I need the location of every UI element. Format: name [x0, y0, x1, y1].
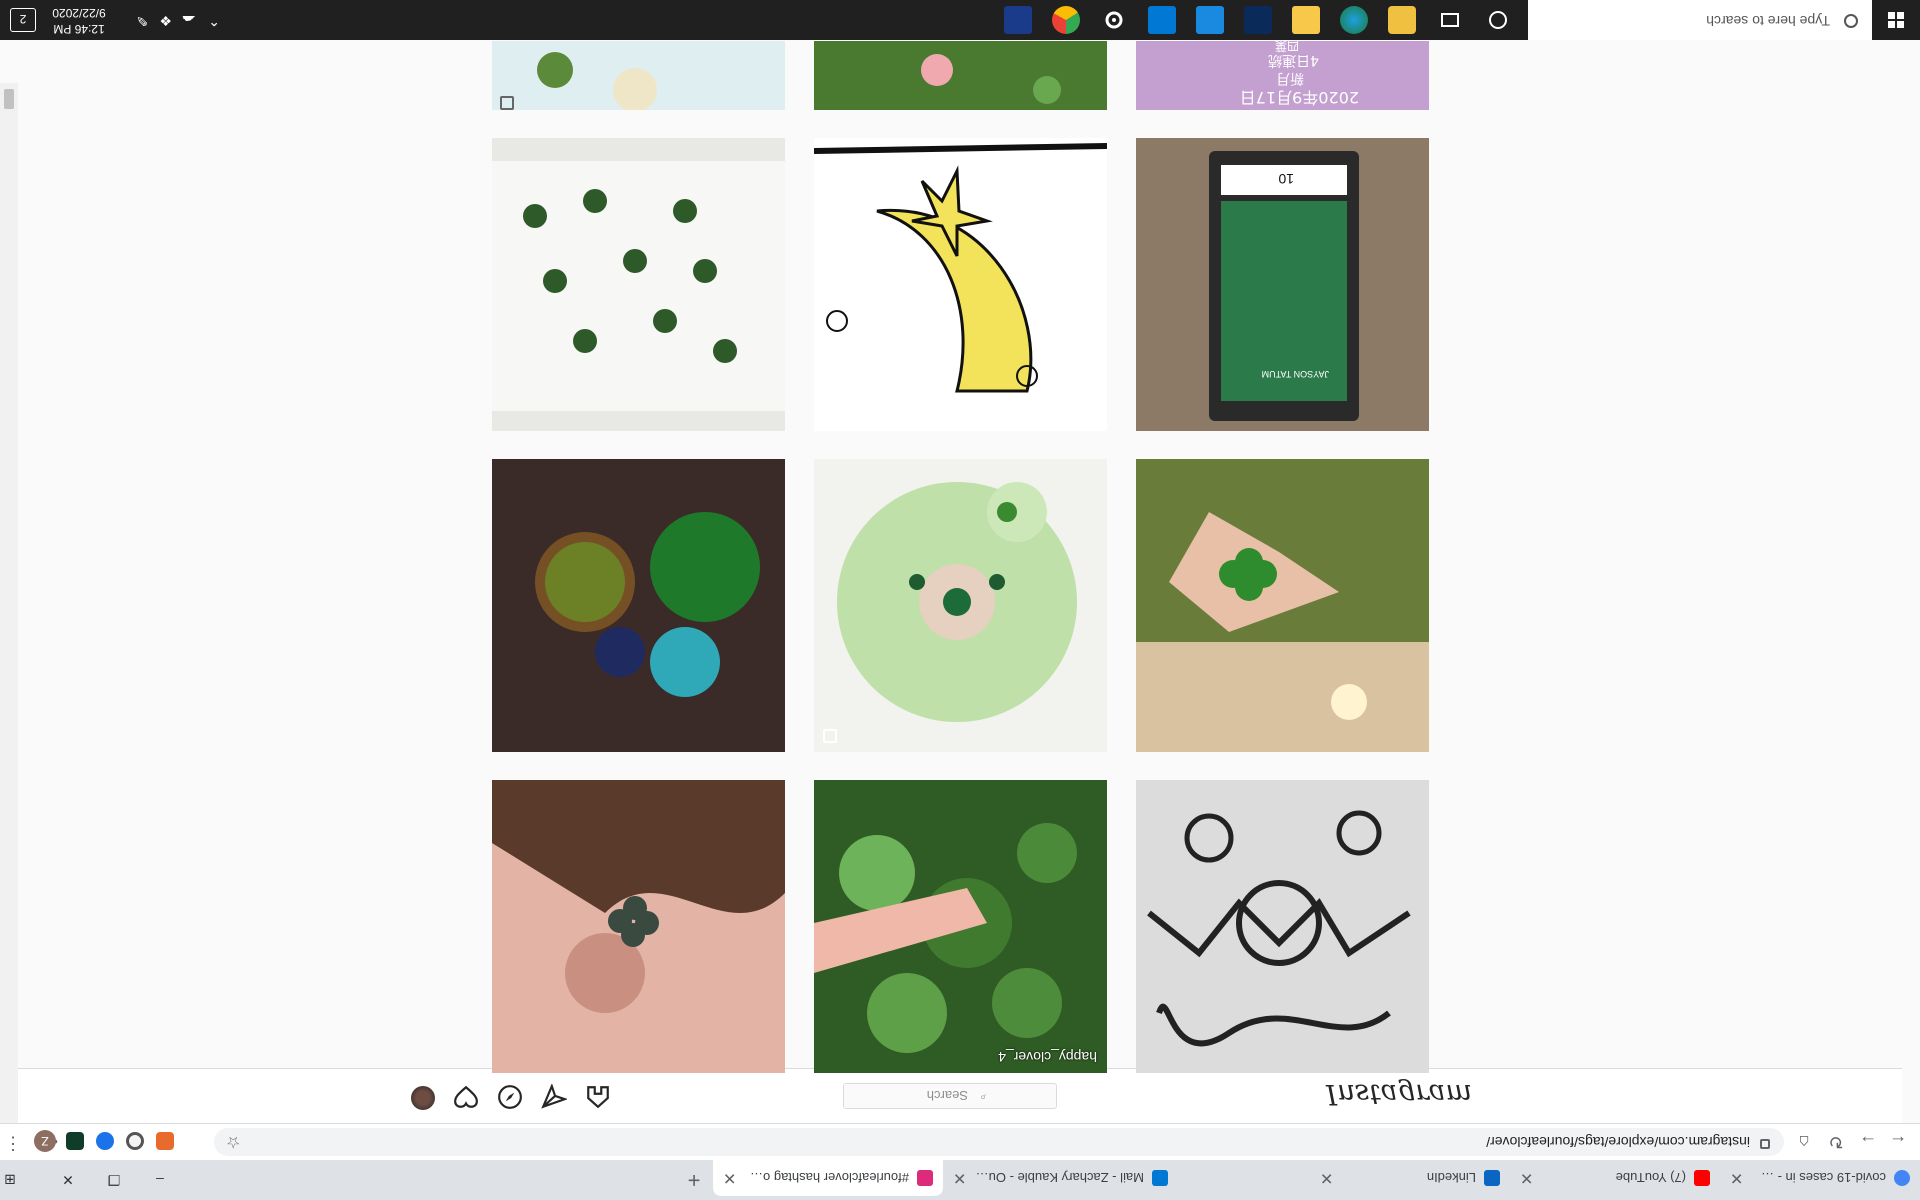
card-line2-text: 新月 — [1276, 70, 1304, 86]
card-line3-text: 4日連続 — [1268, 52, 1319, 69]
outlook-icon[interactable] — [1148, 6, 1176, 34]
post-tile[interactable]: 10 JAYSON TATUM — [1136, 138, 1429, 431]
notification-count: 2 — [19, 12, 27, 26]
scrollbar-thumb[interactable] — [4, 89, 14, 109]
player-name-text: JAYSON TATUM — [1262, 369, 1329, 379]
post-tile[interactable]: happy_clover_4 — [814, 780, 1107, 1073]
post-tile[interactable] — [492, 459, 785, 752]
post-tile[interactable] — [492, 138, 785, 431]
clover-tattoo-image — [492, 780, 785, 1073]
finger-clover-image — [814, 780, 1107, 1073]
taskbar-search-box[interactable]: Type here to search — [1528, 0, 1872, 40]
page-scrollbar[interactable] — [0, 83, 18, 1123]
beaded-clover-earrings-image — [492, 459, 785, 752]
card-date-text: 2020年9月17日 — [1240, 88, 1359, 107]
windows-start-icon[interactable] — [1872, 0, 1920, 40]
post-tile[interactable] — [814, 459, 1107, 752]
card-grade-text: 10 — [1278, 171, 1294, 187]
hashtag-photo-grid: happy_clover_4 10 JAYSON TATUM 2020年9月17… — [0, 0, 1920, 1200]
photos-icon[interactable] — [1196, 6, 1224, 34]
green-plush-bear-image — [814, 459, 1107, 752]
chrome-icon[interactable] — [1052, 6, 1080, 34]
post-tile[interactable] — [814, 41, 1107, 110]
basketball-card-image: 10 JAYSON TATUM — [1136, 138, 1429, 431]
chevron-up-icon[interactable]: ⌃ — [208, 12, 220, 29]
post-tile[interactable] — [492, 41, 785, 110]
post-tile[interactable] — [492, 780, 785, 1073]
file-explorer-icon[interactable] — [1292, 6, 1320, 34]
plant-sky-image — [492, 41, 785, 110]
post-tile[interactable]: 2020年9月17日 新月 4日連続 四葉 — [1136, 41, 1429, 110]
cortana-icon[interactable] — [1484, 6, 1512, 34]
dropbox-icon[interactable]: ❖ — [159, 12, 172, 29]
multi-image-icon — [500, 96, 514, 110]
card-top-text: 四葉 — [1275, 41, 1299, 53]
multi-image-icon — [823, 729, 837, 743]
japanese-text-card-image: 2020年9月17日 新月 4日連続 四葉 — [1136, 41, 1429, 110]
app-icon[interactable] — [1004, 6, 1032, 34]
pressed-clovers-image — [492, 138, 785, 431]
search-icon — [1844, 14, 1858, 28]
post-tile[interactable] — [814, 138, 1107, 431]
photoshop-icon[interactable] — [1244, 6, 1272, 34]
windows-taskbar: Type here to search ⌃ ☁ ❖ ✎ 12:46 PM 9/2… — [0, 0, 1920, 40]
notifications-button[interactable]: 2 — [10, 8, 36, 32]
hand-clover-sunset-image — [1136, 459, 1429, 752]
system-tray: ⌃ ☁ ❖ ✎ — [120, 0, 220, 40]
watermark-text: happy_clover_4 — [998, 1049, 1097, 1065]
edge-icon[interactable] — [1340, 6, 1368, 34]
settings-gear-icon[interactable] — [1100, 6, 1128, 34]
moon-star-drawing-image — [814, 138, 1107, 431]
clock-date: 9/22/2020 — [52, 6, 106, 20]
app-icon[interactable] — [1388, 6, 1416, 34]
pen-icon[interactable]: ✎ — [136, 12, 148, 29]
taskbar-clock[interactable]: 12:46 PM 9/22/2020 — [38, 5, 120, 37]
post-tile[interactable] — [1136, 780, 1429, 1073]
clock-time: 12:46 PM — [53, 22, 105, 36]
post-tile[interactable] — [1136, 459, 1429, 752]
doodle-halloween-image — [1136, 780, 1429, 1073]
onedrive-icon[interactable]: ☁ — [182, 12, 196, 29]
grass-clover-image — [814, 41, 1107, 110]
task-view-icon[interactable] — [1436, 6, 1464, 34]
taskbar-search-placeholder: Type here to search — [1706, 13, 1830, 29]
desktop-screen: covid-19 cases in - Google Sear ✕ (7) Yo… — [0, 0, 1920, 1200]
